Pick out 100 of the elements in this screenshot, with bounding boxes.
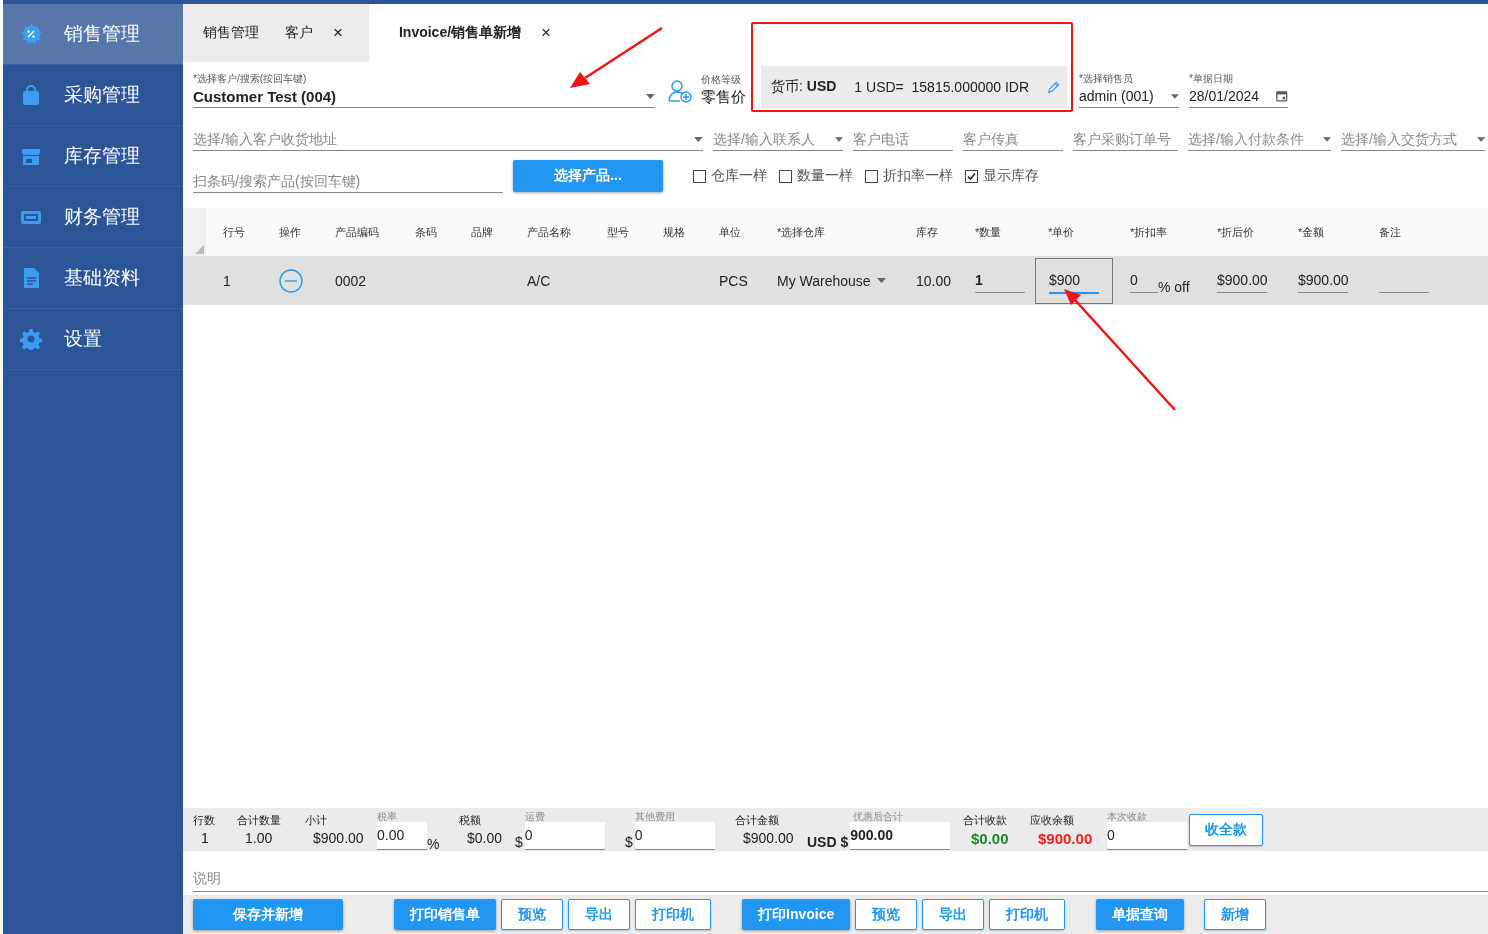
bag-icon [20,84,42,106]
column-header: 产品名称 [527,225,571,238]
field-label: *单据日期 [1189,73,1234,85]
currency-symbol: USD $ [807,833,849,850]
table-row[interactable]: 1 0002 A/C PCS My Warehouse 10.00 1 $900 0 % off $900.00 $900.00 [183,256,1488,305]
input-field[interactable]: 选择/输入联系人 [713,131,829,147]
summary-value: $900.00 [312,830,365,846]
table-input[interactable]: $900.00 [1217,268,1267,293]
settings-icon [20,328,42,350]
column-header: 产品编码 [335,225,379,238]
column-header: 单位 [719,225,741,238]
summary-input[interactable]: 0 [524,821,605,850]
tab[interactable]: 销售管理 [203,4,285,62]
input-field[interactable]: 客户采购订单号 [1073,131,1178,147]
column-header: *金额 [1298,225,1325,238]
summary-input[interactable]: 900.00 [850,821,951,850]
dropdown-caret-icon[interactable] [694,136,703,142]
column-header: 型号 [607,225,629,238]
summary-input[interactable]: 0 [1107,821,1187,850]
price-level[interactable]: 零售价 [701,86,747,108]
sidebar-item[interactable]: 财务管理 [3,187,183,248]
field-label: 价格等级 [701,74,742,86]
badge-icon [20,23,42,45]
search-field[interactable]: 扫条码/搜索产品(按回车键) [193,172,503,189]
table-input[interactable]: 1 [975,268,1025,293]
dropdown-caret-icon[interactable] [646,93,655,99]
column-header: *数量 [975,225,1002,238]
calendar-icon[interactable] [1276,89,1288,103]
table-cell: 10.00 [916,272,952,289]
column-header: 品牌 [471,225,493,238]
summary-label: 合计金额 [735,813,780,828]
summary-value: $0.00 [970,829,1010,847]
sidebar-item[interactable]: 采购管理 [3,65,183,126]
discount-suffix: % off [1158,278,1190,295]
input-field[interactable]: 选择/输入付款条件 [1188,131,1317,147]
dropdown-caret-icon[interactable] [1171,93,1179,99]
input-field[interactable]: 客户电话 [853,131,953,147]
column-header: *折扣率 [1130,225,1168,238]
summary-label: 税额 [459,813,482,828]
sidebar-item[interactable]: 销售管理 [3,4,183,65]
summary-input[interactable]: 0.00 [377,821,427,850]
currency-symbol: $ [625,833,633,850]
dropdown-caret-icon[interactable] [1322,136,1331,142]
checkbox[interactable] [693,169,706,183]
summary-label: 税率 [377,809,398,822]
column-header: *单价 [1048,225,1075,238]
exchange-rate: 1 USD= 15815.000000 IDR [854,79,1030,95]
currency-label: 货币: USD [771,78,837,96]
column-header: *选择仓库 [777,225,826,238]
checkbox-label: 折扣率一样 [883,167,953,185]
table-input[interactable]: $900.00 [1298,268,1348,293]
summary-value: $900.00 [742,830,795,846]
checkbox-label: 数量一样 [797,167,853,185]
field-label: *选择客户/搜索(按回车键) [193,73,308,85]
table-cell: 0002 [335,272,367,289]
summary-label: 运费 [525,809,546,822]
summary-value: 1 [200,830,210,846]
sidebar-item[interactable]: 库存管理 [3,126,183,187]
summary-label: 合计收款 [963,812,1008,828]
checkbox-label: 显示库存 [983,167,1039,185]
note-field[interactable]: 说明 [193,865,1488,892]
column-header: 操作 [279,225,301,238]
currency-symbol: $ [515,833,523,850]
summary-value: $900.00 [1037,829,1094,847]
checkbox[interactable] [779,169,792,183]
column-header: 行号 [223,225,245,238]
summary-label: 优惠后合计 [853,809,904,822]
column-header: 规格 [663,225,685,238]
summary-label: 行数 [193,813,216,828]
discount-input[interactable]: 0 [1130,268,1158,293]
column-header: 条码 [415,225,437,238]
add-user-icon[interactable] [667,78,693,104]
dropdown-caret-icon[interactable] [834,136,843,142]
date-field[interactable]: 28/01/2024 [1189,88,1271,104]
tab[interactable]: 客户 × [285,4,369,62]
summary-input[interactable]: 0 [634,821,715,850]
summary-label: 其他费用 [635,809,676,822]
column-header: *折后价 [1217,225,1255,238]
checkbox[interactable] [965,169,978,183]
warehouse-dropdown[interactable]: My Warehouse [777,272,871,289]
summary-label: 小计 [305,813,328,828]
sidebar-item[interactable]: 设置 [3,309,183,370]
dropdown-caret-icon[interactable] [1476,136,1485,142]
column-header: 库存 [916,225,938,238]
checkbox-label: 仓库一样 [711,167,767,185]
dropdown-caret-icon[interactable] [876,278,886,283]
customer-field[interactable]: Customer Test (004) [193,87,641,105]
input-field[interactable]: 客户传真 [963,131,1063,147]
checkbox[interactable] [865,169,878,183]
input-field[interactable]: 选择/输入客户收货地址 [193,131,689,147]
table-cell: A/C [527,272,551,289]
salesperson-field[interactable]: admin (001) [1079,88,1166,104]
table-cell: PCS [719,272,748,289]
field-label: *选择销售员 [1079,73,1134,85]
column-header: 备注 [1379,225,1401,238]
summary-label: 本次收款 [1107,809,1148,822]
summary-value: $0.00 [466,830,504,846]
resize-corner-icon [195,245,204,254]
input-field[interactable]: 选择/输入交货方式 [1341,131,1471,147]
summary-label: 应收余额 [1030,812,1075,828]
